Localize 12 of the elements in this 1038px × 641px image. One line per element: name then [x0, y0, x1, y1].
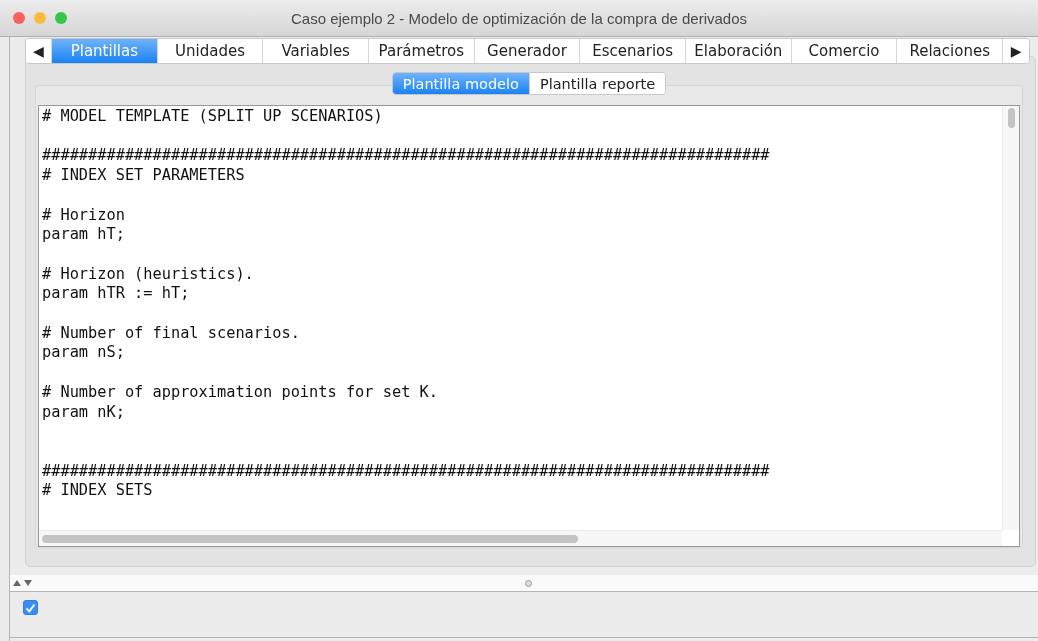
down-triangle-icon[interactable]: [24, 580, 32, 586]
minimize-button[interactable]: [34, 12, 46, 24]
window-title: Caso ejemplo 2 - Modelo de optimización de la compra de derivados: [290, 9, 748, 27]
code-text: # MODEL TEMPLATE (SPLIT UP SCENARIOS) ############################################################################### # INDEX SET PARAMETERS # Horizon param hT; # Horizon (heuristics). param hTR := hT; # Number of final scenarios. param nS; # Number of approximation points for set K. param nK; ############################################################################### # INDEX SETS: [41, 106, 771, 502]
close-button[interactable]: [13, 12, 25, 24]
grip-icon[interactable]: [525, 580, 532, 587]
horizontal-scrollbar[interactable]: [39, 530, 1002, 546]
up-triangle-icon[interactable]: [13, 580, 21, 586]
checkbox[interactable]: [23, 600, 38, 615]
vertical-scrollbar[interactable]: [1002, 106, 1019, 530]
zoom-button[interactable]: [55, 12, 67, 24]
scroll-left-button[interactable]: ◀: [26, 39, 52, 63]
